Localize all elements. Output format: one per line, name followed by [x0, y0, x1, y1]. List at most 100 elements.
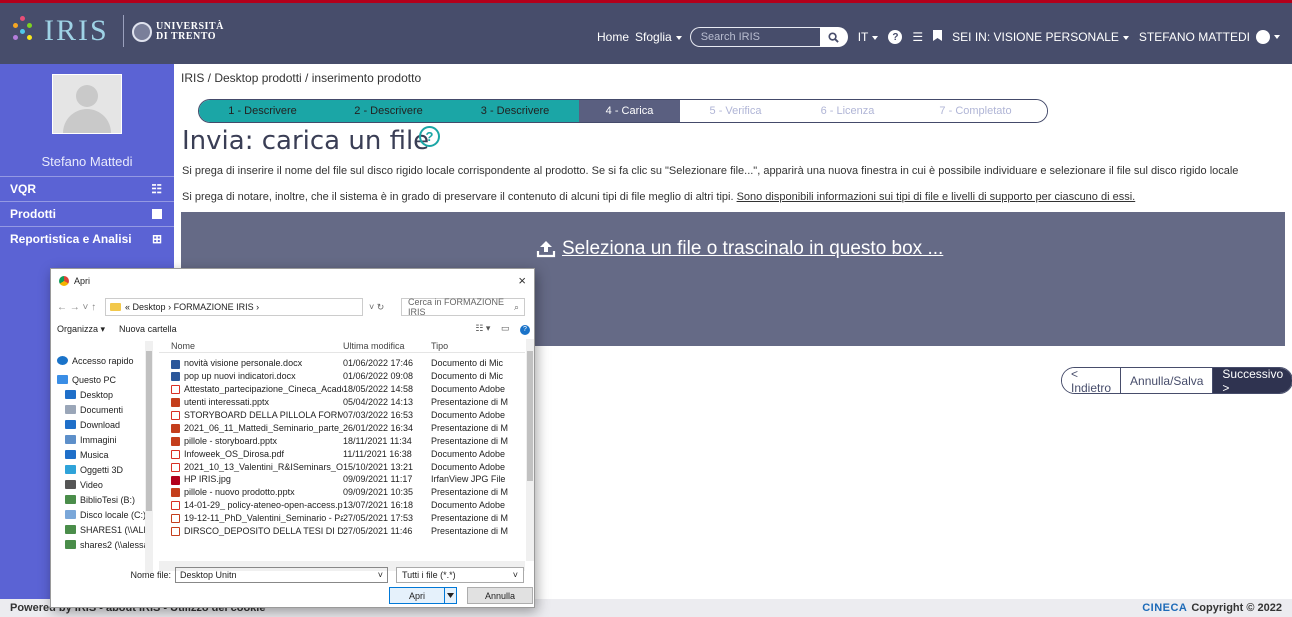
- top-header: IRIS UNIVERSITÀ DI TRENTO Home Sfoglia S…: [0, 0, 1292, 64]
- column-name[interactable]: Nome: [159, 341, 343, 351]
- university-logo[interactable]: UNIVERSITÀ DI TRENTO: [132, 22, 224, 42]
- sidebar-username[interactable]: Stefano Mattedi: [0, 154, 174, 169]
- file-row[interactable]: HP IRIS.jpg 09/09/2021 11:17 IrfanView JPG…: [159, 473, 525, 486]
- path-formazione[interactable]: FORMAZIONE IRIS: [174, 302, 254, 312]
- context-selector[interactable]: SEI IN: VISIONE PERSONALE: [952, 30, 1129, 44]
- file-name: DIRSCO_DEPOSITO DELLA TESI DI DOTTORATO.…: [159, 526, 343, 537]
- search-input[interactable]: Search IRIS: [689, 27, 820, 47]
- cineca-logo[interactable]: CINECA: [1142, 602, 1187, 614]
- file-name: 19-12-11_PhD_Valentini_Seminario - Parte…: [159, 513, 343, 524]
- sidebar-item-prodotti[interactable]: Prodotti: [0, 202, 174, 226]
- search-button[interactable]: [819, 27, 848, 47]
- filename-input[interactable]: Desktop Unitn ˅: [175, 567, 388, 583]
- nav-item-pictures[interactable]: Immagini: [57, 432, 153, 447]
- column-date[interactable]: Ultima modifica: [343, 341, 431, 351]
- nav-item-shares1[interactable]: SHARES1 (\\ALE: [57, 522, 153, 537]
- cancel-button[interactable]: Annulla: [467, 587, 533, 604]
- user-photo[interactable]: [52, 74, 122, 134]
- file-row[interactable]: pillole - storyboard.pptx 18/11/2021 11:3…: [159, 434, 525, 447]
- step-1[interactable]: 1 - Descrivere: [199, 100, 326, 122]
- list-icon[interactable]: ☰: [912, 30, 923, 44]
- file-date: 05/04/2022 14:13: [343, 397, 414, 408]
- file-date: 11/11/2021 16:38: [343, 448, 412, 459]
- nav-item-this-pc[interactable]: Questo PC: [57, 372, 153, 387]
- file-type: Presentazione di M: [431, 513, 509, 524]
- top-nav: Home Sfoglia Search IRIS IT ? ☰ SEI IN: …: [591, 27, 1280, 47]
- address-bar[interactable]: « Desktop › FORMAZIONE IRIS ›: [105, 298, 363, 316]
- file-row[interactable]: pop up nuovi indicatori.docx 01/06/2022 0…: [159, 370, 525, 383]
- file-row[interactable]: 2021_06_11_Mattedi_Seminario_parte_4_ITA…: [159, 421, 525, 434]
- chevron-down-icon[interactable]: ˅: [378, 570, 383, 580]
- file-row[interactable]: Infoweek_OS_Dirosa.pdf 11/11/2021 16:38 Do…: [159, 447, 525, 460]
- column-type[interactable]: Tipo: [431, 341, 519, 351]
- iris-logo-icon: [10, 14, 40, 48]
- file-list-scrollbar[interactable]: [526, 339, 534, 561]
- help-icon[interactable]: ?: [520, 324, 530, 335]
- file-row[interactable]: DIRSCO_DEPOSITO DELLA TESI DI DOTTORATO.…: [159, 525, 525, 538]
- nav-arrows[interactable]: ← → ˅ ↑: [57, 302, 105, 313]
- file-row[interactable]: 2021_10_13_Valentini_R&ISeminars_Open Sc…: [159, 460, 525, 473]
- iris-logo[interactable]: IRIS: [10, 11, 124, 51]
- filename-label: Nome file:: [130, 570, 171, 580]
- nav-scrollbar[interactable]: [145, 341, 153, 573]
- nav-item-shares2[interactable]: shares2 (\\alessa: [57, 537, 153, 552]
- step-2[interactable]: 2 - Descrivere: [326, 100, 451, 122]
- help-icon[interactable]: ?: [888, 30, 903, 44]
- chevron-down-icon: [1122, 35, 1129, 40]
- open-options-dropdown[interactable]: [444, 588, 456, 603]
- sidebar-item-reportistica[interactable]: Reportistica e Analisi ⊞: [0, 227, 174, 251]
- cancel-save-button[interactable]: Annulla/Salva: [1121, 368, 1214, 393]
- open-button[interactable]: Apri: [389, 587, 457, 604]
- nav-item-music[interactable]: Musica: [57, 447, 153, 462]
- nav-item-download[interactable]: Download: [57, 417, 153, 432]
- dropzone-label[interactable]: Seleziona un file o trascinalo in questo…: [536, 238, 943, 260]
- dialog-search-input[interactable]: Cerca in FORMAZIONE IRIS ⌕: [401, 297, 525, 317]
- dialog-titlebar[interactable]: Apri ×: [51, 269, 534, 293]
- back-button[interactable]: < Indietro: [1062, 368, 1122, 393]
- step-3[interactable]: 3 - Descrivere: [451, 100, 579, 122]
- language-selector[interactable]: IT: [858, 30, 879, 44]
- search-icon: [828, 31, 839, 43]
- file-type-select[interactable]: Tutti i file (*.*) ˅: [396, 567, 524, 583]
- next-button[interactable]: Successivo >: [1213, 368, 1292, 393]
- refresh-icon[interactable]: ˅ ↻: [363, 302, 401, 313]
- nav-home[interactable]: Home: [597, 30, 629, 44]
- file-row[interactable]: Attestato_partecipazione_Cineca_Academy_…: [159, 383, 525, 396]
- breadcrumb[interactable]: IRIS / Desktop prodotti / inserimento pr…: [181, 71, 421, 85]
- nav-item-3d-objects[interactable]: Oggetti 3D: [57, 462, 153, 477]
- nav-item-local-disk[interactable]: Disco locale (C:): [57, 507, 153, 522]
- pptx-file-icon: [171, 398, 180, 408]
- dialog-nav-pane: Accesso rapido Questo PC Desktop Documen…: [57, 341, 153, 573]
- file-date: 13/07/2021 16:18: [343, 500, 414, 511]
- file-row[interactable]: 19-12-11_PhD_Valentini_Seminario - Parte…: [159, 512, 525, 525]
- preview-pane-icon[interactable]: ▭: [501, 323, 510, 333]
- file-row[interactable]: novità visione personale.docx 01/06/2022 …: [159, 357, 525, 370]
- close-icon[interactable]: ×: [518, 273, 526, 288]
- file-support-link[interactable]: Sono disponibili informazioni sui tipi d…: [737, 191, 1136, 203]
- file-row[interactable]: pillole - nuovo prodotto.pptx 09/09/2021 …: [159, 486, 525, 499]
- view-options-icon[interactable]: ☷ ▾: [475, 323, 490, 333]
- user-menu[interactable]: STEFANO MATTEDI: [1139, 30, 1280, 45]
- sidebar-item-vqr[interactable]: VQR ☷: [0, 177, 174, 201]
- page-title: Invia: carica un file: [182, 126, 430, 156]
- nav-item-bibliotesi[interactable]: BiblioTesi (B:): [57, 492, 153, 507]
- organize-button[interactable]: Organizza ▾: [57, 324, 105, 335]
- nav-item-video[interactable]: Video: [57, 477, 153, 492]
- document-icon: [65, 405, 76, 414]
- file-row[interactable]: utenti interessati.pptx 05/04/2022 14:13 P…: [159, 396, 525, 409]
- progress-steps: 1 - Descrivere 2 - Descrivere 3 - Descri…: [198, 99, 1048, 123]
- help-icon[interactable]: ?: [419, 126, 440, 147]
- nav-item-quick-access[interactable]: Accesso rapido: [57, 353, 153, 368]
- new-folder-button[interactable]: Nuova cartella: [119, 324, 177, 334]
- file-row[interactable]: STORYBOARD DELLA PILLOLA FORMATIVA - 1 -…: [159, 409, 525, 422]
- bookmark-icon[interactable]: [933, 30, 943, 44]
- nav-browse[interactable]: Sfoglia: [635, 30, 682, 44]
- file-list: Nome Ultima modifica Tipo novità visione…: [159, 339, 525, 573]
- path-desktop[interactable]: Desktop: [133, 302, 166, 312]
- nav-item-documents[interactable]: Documenti: [57, 402, 153, 417]
- file-row[interactable]: 14-01-29_ policy-ateneo-open-access.pdf 1…: [159, 499, 525, 512]
- file-name: novità visione personale.docx: [159, 358, 343, 369]
- file-date: 18/05/2022 14:58: [343, 384, 414, 395]
- chevron-down-icon: [872, 35, 879, 40]
- nav-item-desktop[interactable]: Desktop: [57, 387, 153, 402]
